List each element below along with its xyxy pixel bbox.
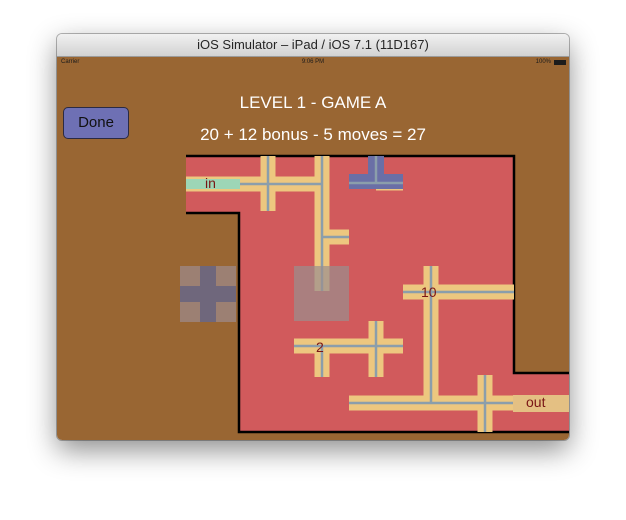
level-title: LEVEL 1 - GAME A xyxy=(239,93,387,112)
in-label: in xyxy=(205,175,216,191)
tile-score-label: 2 xyxy=(316,339,324,355)
out-label: out xyxy=(526,394,546,410)
simulator-window: iOS Simulator – iPad / iOS 7.1 (11D167) … xyxy=(57,34,569,440)
tile-score-label: 10 xyxy=(421,284,437,300)
cursor-cell[interactable] xyxy=(294,266,349,321)
score-summary: 20 + 12 bonus - 5 moves = 27 xyxy=(200,125,426,144)
window-title: iOS Simulator – iPad / iOS 7.1 (11D167) xyxy=(57,34,569,57)
next-tile[interactable] xyxy=(180,266,236,322)
game-board: in out 10 2 xyxy=(180,154,569,434)
game-screen: Carrier 9:06 PM 100% in out 10 2 Done LE… xyxy=(57,57,569,440)
